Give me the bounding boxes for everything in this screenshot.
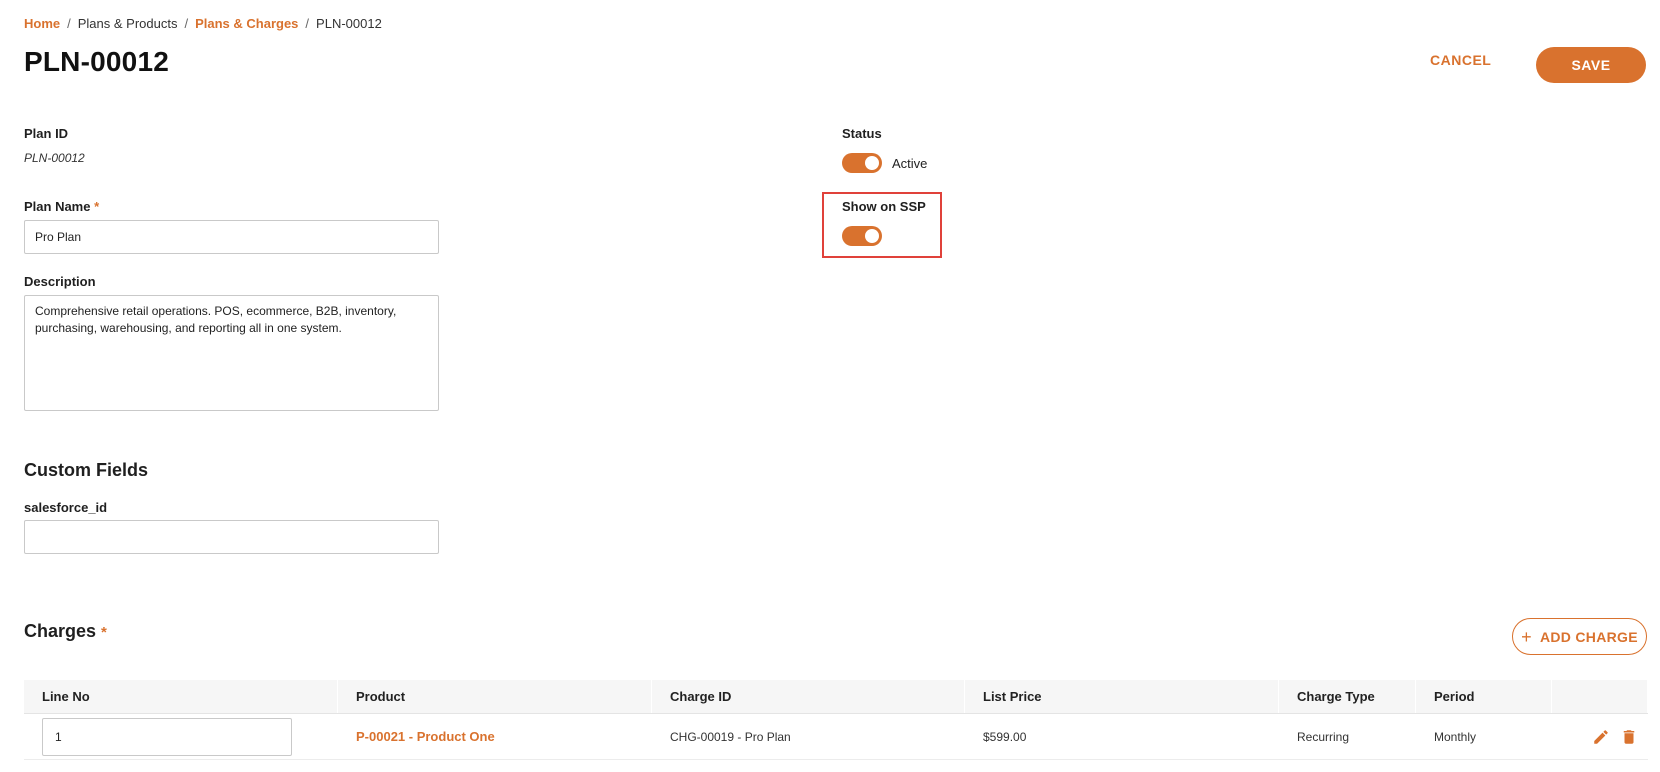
breadcrumb-home[interactable]: Home: [24, 16, 60, 31]
add-charge-button[interactable]: + ADD CHARGE: [1512, 618, 1647, 655]
salesforce-id-input[interactable]: [24, 520, 439, 554]
charges-title-text: Charges: [24, 621, 97, 641]
breadcrumb-plans-products: Plans & Products: [77, 16, 178, 31]
description-textarea[interactable]: Comprehensive retail operations. POS, ec…: [24, 295, 439, 411]
toggle-knob: [865, 156, 879, 170]
plan-name-label-text: Plan Name: [24, 199, 91, 214]
column-header-actions: [1552, 680, 1648, 713]
plan-id-value: PLN-00012: [24, 151, 85, 165]
line-no-cell: 1: [24, 714, 338, 759]
pencil-icon[interactable]: [1590, 726, 1612, 748]
breadcrumb: Home / Plans & Products / Plans & Charge…: [24, 16, 382, 31]
show-on-ssp-label: Show on SSP: [842, 199, 926, 214]
charges-table: Line No Product Charge ID List Price Cha…: [24, 680, 1648, 760]
description-label: Description: [24, 274, 96, 289]
line-no-input[interactable]: 1: [42, 717, 292, 756]
breadcrumb-separator: /: [305, 16, 310, 31]
cancel-button[interactable]: CANCEL: [1430, 52, 1491, 68]
breadcrumb-plans-charges[interactable]: Plans & Charges: [195, 16, 298, 31]
breadcrumb-separator: /: [67, 16, 71, 31]
table-row: 1 P-00021 - Product One CHG-00019 - Pro …: [24, 714, 1648, 760]
save-button[interactable]: SAVE: [1536, 47, 1646, 83]
toggle-knob: [865, 229, 879, 243]
status-toggle[interactable]: [842, 153, 882, 173]
status-label: Status: [842, 126, 882, 141]
breadcrumb-current: PLN-00012: [316, 16, 382, 31]
required-asterisk: *: [101, 624, 107, 641]
plus-icon: +: [1521, 626, 1532, 647]
required-asterisk: *: [94, 199, 100, 214]
table-header: Line No Product Charge ID List Price Cha…: [24, 680, 1648, 714]
charges-title: Charges *: [24, 621, 107, 642]
period-cell: Monthly: [1434, 729, 1477, 744]
status-value: Active: [892, 156, 928, 171]
salesforce-id-label: salesforce_id: [24, 500, 108, 515]
charge-id-cell: CHG-00019 - Pro Plan: [670, 729, 791, 744]
column-header-period: Period: [1416, 680, 1552, 713]
charge-type-cell: Recurring: [1297, 729, 1350, 744]
column-header-list-price: List Price: [965, 680, 1279, 713]
plan-name-input[interactable]: Pro Plan: [24, 220, 439, 254]
show-on-ssp-toggle[interactable]: [842, 226, 882, 246]
plan-name-label: Plan Name *: [24, 199, 99, 214]
add-charge-label: ADD CHARGE: [1539, 628, 1638, 645]
page-title: PLN-00012: [24, 46, 169, 77]
product-link[interactable]: P-00021 - Product One: [338, 714, 652, 759]
plan-id-label: Plan ID: [24, 126, 69, 141]
column-header-line-no: Line No: [24, 680, 338, 713]
column-header-charge-id: Charge ID: [652, 680, 965, 713]
list-price-cell: $599.00: [983, 729, 1027, 744]
column-header-product: Product: [338, 680, 652, 713]
column-header-charge-type: Charge Type: [1279, 680, 1416, 713]
row-actions: [1552, 714, 1648, 759]
custom-fields-title: Custom Fields: [24, 460, 149, 480]
breadcrumb-separator: /: [184, 16, 189, 31]
trash-icon[interactable]: [1618, 726, 1640, 748]
